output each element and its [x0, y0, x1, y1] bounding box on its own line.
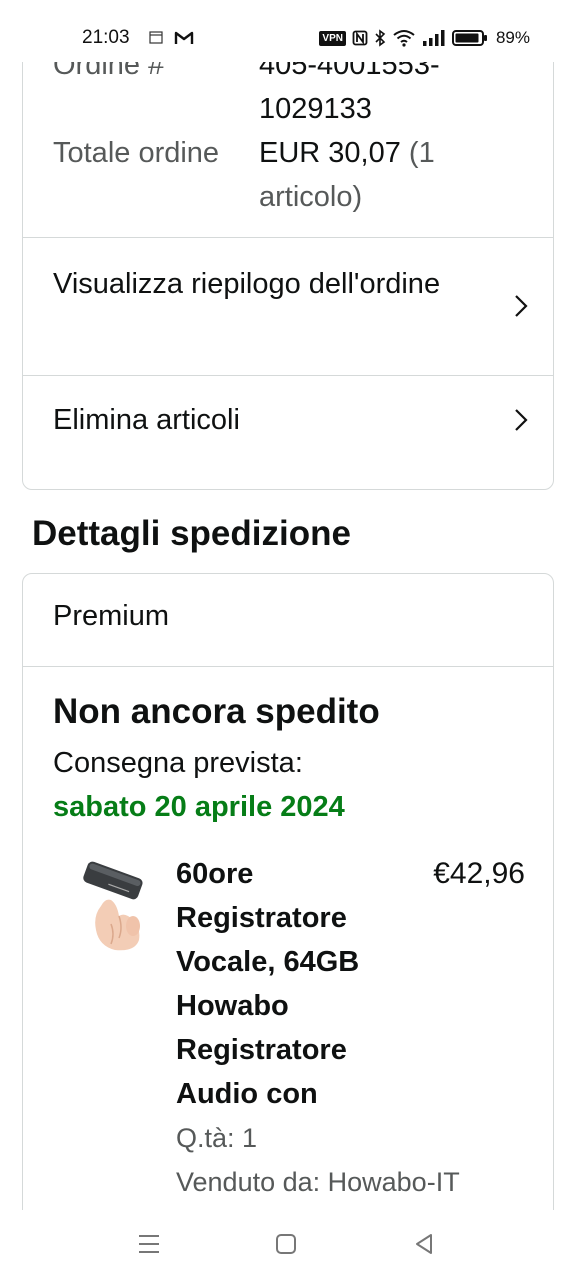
vpn-badge: VPN	[319, 30, 346, 46]
shipping-card: Premium Non ancora spedito Consegna prev…	[22, 573, 554, 1210]
shipment-status: Non ancora spedito	[53, 692, 380, 731]
status-right-group: VPN 89%	[319, 26, 530, 50]
eta-date: sabato 20 aprile 2024	[53, 791, 345, 823]
back-icon[interactable]	[413, 1230, 435, 1258]
product-image[interactable]	[63, 854, 163, 954]
calendar-icon	[149, 31, 163, 44]
status-time: 21:03	[82, 27, 130, 48]
gmail-icon	[174, 31, 194, 44]
order-summary-card: Ordine # 405-4001553-1029133 Totale ordi…	[22, 62, 554, 490]
order-number-value: 405-4001553-1029133	[259, 62, 440, 125]
order-total-value-group: EUR 30,07 (1 articolo)	[259, 131, 529, 219]
signal-icon	[422, 30, 445, 46]
product-seller: Venduto da: Howabo-IT	[176, 1167, 460, 1197]
chevron-right-icon	[515, 409, 528, 431]
system-nav-bar	[0, 1210, 576, 1280]
delete-items-label: Elimina articoli	[53, 404, 240, 436]
order-details-content[interactable]: Ordine # 405-4001553-1029133 Totale ordi…	[0, 62, 576, 1210]
battery-icon	[451, 30, 487, 46]
nfc-icon	[352, 30, 368, 46]
order-total-label: Totale ordine	[53, 137, 220, 169]
order-number-label: Ordine #	[53, 62, 165, 81]
shipping-details-title: Dettagli spedizione	[32, 514, 351, 553]
menu-icon[interactable]	[138, 1230, 160, 1258]
shipping-type-header: Premium	[23, 574, 553, 667]
delete-items-row[interactable]: Elimina articoli	[23, 375, 553, 469]
product-price: €42,96	[433, 857, 525, 890]
product-title-link[interactable]: 60ore Registratore Vocale, 64GB Howabo R…	[176, 852, 406, 1116]
view-order-summary-label: Visualizza riepilogo dell'ordine	[53, 268, 441, 300]
product-quantity: Q.tà: 1	[176, 1123, 258, 1153]
eta-label: Consegna prevista:	[53, 747, 303, 779]
bluetooth-icon	[375, 29, 386, 47]
battery-percent: 89%	[495, 28, 530, 47]
order-total-value: EUR 30,07	[259, 137, 401, 169]
shipping-type: Premium	[53, 600, 170, 632]
status-bar: 21:03 VPN 89%	[0, 0, 576, 62]
chevron-right-icon	[515, 295, 528, 317]
home-icon[interactable]	[275, 1230, 297, 1258]
wifi-icon	[393, 30, 415, 47]
view-order-summary-row[interactable]: Visualizza riepilogo dell'ordine	[23, 237, 553, 375]
